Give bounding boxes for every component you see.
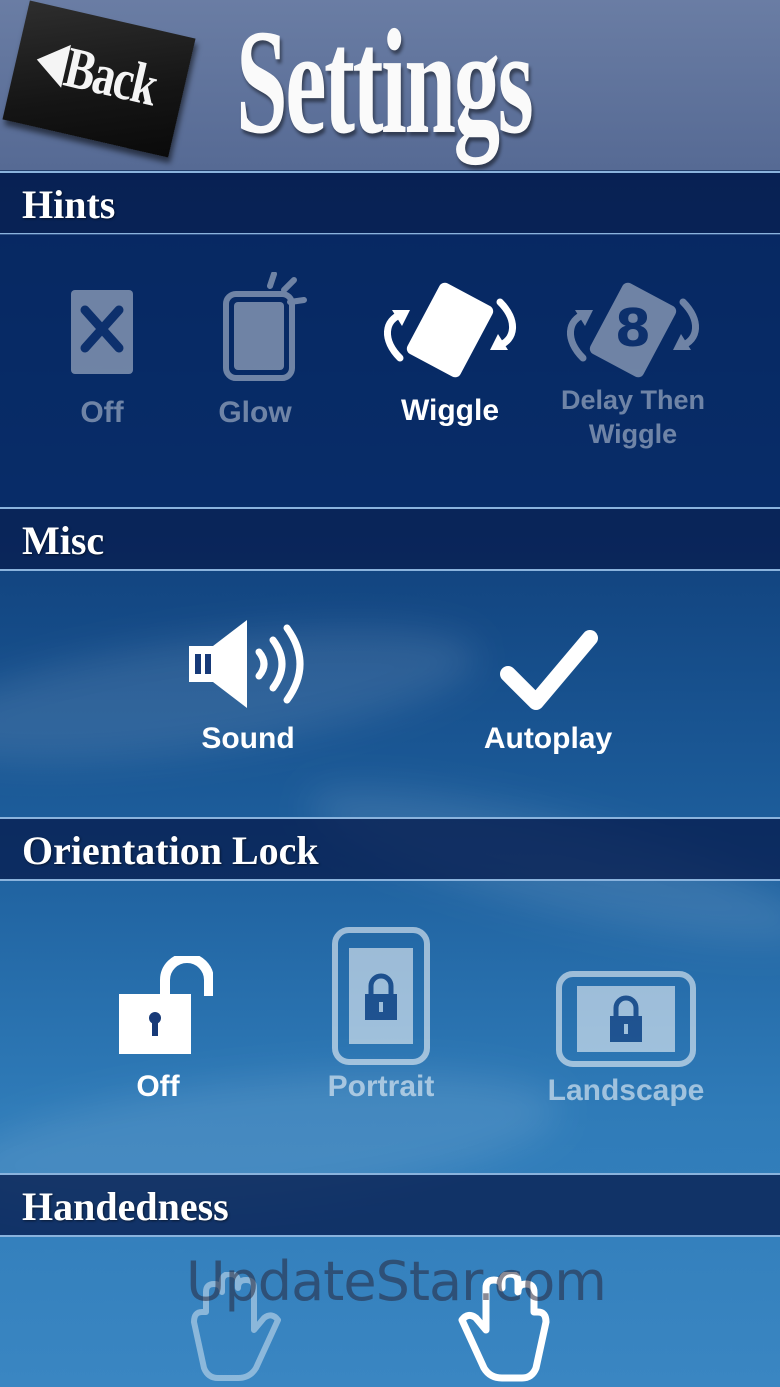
hint-option-delay-then-wiggle-label: Delay Then Wiggle (560, 385, 706, 449)
orientation-option-portrait[interactable]: Portrait (316, 926, 446, 1116)
section-header-hints: Hints (0, 171, 780, 235)
back-button-label: Back (58, 34, 163, 119)
hint-option-wiggle[interactable]: Wiggle (378, 280, 522, 440)
hint-option-wiggle-label: Wiggle (400, 394, 500, 427)
watermark-text: UpdateStar.com (186, 1250, 607, 1313)
section-title-handedness: Handedness (22, 1184, 229, 1229)
glow-card-icon (223, 272, 307, 381)
section-title-hints: Hints (22, 182, 116, 227)
hint-option-glow-label: Glow (218, 396, 292, 429)
section-title-misc: Misc (22, 518, 105, 563)
speaker-icon (189, 620, 304, 708)
delay-wiggle-icon: 8 (567, 282, 699, 378)
section-header-handedness: Handedness (0, 1173, 780, 1237)
page-title: Settings (236, 0, 534, 165)
misc-option-autoplay-label: Autoplay (483, 722, 613, 755)
landscape-lock-icon (556, 971, 696, 1067)
misc-option-autoplay[interactable]: Autoplay (470, 628, 626, 768)
hint-option-off-label: Off (80, 396, 124, 429)
unlocked-padlock-icon (119, 956, 213, 1054)
hint-option-off[interactable]: Off (42, 288, 162, 438)
misc-option-sound-label: Sound (201, 722, 295, 755)
orientation-option-landscape[interactable]: Landscape (536, 970, 716, 1116)
back-button[interactable]: Back (2, 0, 196, 158)
hint-option-glow[interactable]: Glow (195, 272, 315, 442)
section-header-orientation-lock: Orientation Lock (0, 817, 780, 881)
orientation-option-portrait-label: Portrait (327, 1070, 435, 1103)
misc-option-sound[interactable]: Sound (178, 616, 318, 766)
orientation-option-off-label: Off (136, 1070, 180, 1103)
header-bar: Back Settings (0, 0, 780, 172)
section-header-misc: Misc (0, 507, 780, 571)
orientation-option-off[interactable]: Off (94, 956, 222, 1116)
checkmark-icon (500, 630, 598, 710)
portrait-lock-icon (332, 927, 430, 1065)
svg-text:8: 8 (615, 299, 651, 359)
orientation-option-landscape-label: Landscape (547, 1074, 705, 1107)
section-title-orientation-lock: Orientation Lock (22, 828, 319, 873)
wiggle-card-icon (384, 282, 516, 378)
hint-option-delay-then-wiggle[interactable]: 8 Delay Then Wiggle (550, 280, 716, 460)
box-x-icon (71, 290, 133, 374)
